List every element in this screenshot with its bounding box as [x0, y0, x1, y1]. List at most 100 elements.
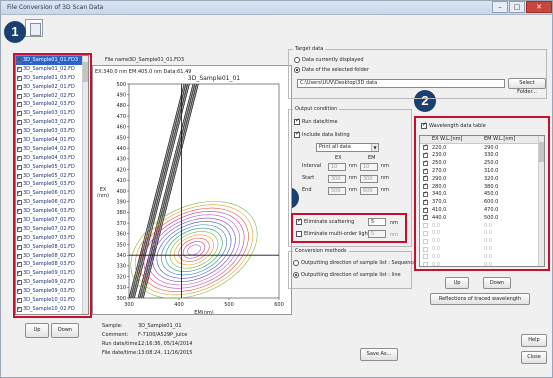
y-tick-label: 350	[116, 242, 126, 248]
y-tick-label: 310	[116, 285, 126, 291]
radio-selected-folder-label: Data of the selected folder	[302, 67, 369, 73]
window-controls: – □ ✕	[491, 1, 552, 14]
radio-line[interactable]: Outputting direction of sample list : li…	[293, 272, 401, 278]
window-title: File Conversion of 3D Scan Data	[7, 4, 104, 11]
y-tick-label: 360	[116, 232, 126, 238]
range-row-label: End	[302, 187, 312, 193]
sample-info-value: 12:16:36, 05/14/2014	[138, 341, 193, 347]
folder-path-field[interactable]: C:\Users\UUV\Desktop\3D data	[297, 79, 505, 88]
conversion-methods-title: Conversion methods	[293, 248, 349, 254]
y-tick-label: 390	[116, 200, 126, 206]
y-tick-label: 330	[116, 264, 126, 270]
wavelength-up-button[interactable]: Up	[445, 277, 469, 289]
conversion-dialog: File Conversion of 3D Scan Data – □ ✕ 1 …	[0, 0, 553, 378]
sample-info-value: 3D_Sample01_01	[138, 323, 182, 329]
callout-box-scattering	[291, 213, 407, 243]
file-name-value: 3D_Sample01_01.FD3	[129, 57, 184, 63]
run-datetime-checkbox[interactable]: Run date/time	[294, 117, 338, 125]
y-tick-label: 440	[116, 146, 126, 152]
sample-info-value: F-7100/A529P_juice	[138, 332, 188, 338]
wavelength-down-button[interactable]: Down	[483, 277, 511, 289]
radio-line-label: Outputting direction of sample list : li…	[301, 272, 401, 278]
target-data-title: Target data	[293, 46, 326, 52]
radio-data-displayed-label: Data currently displayed	[302, 57, 364, 63]
range-em-field[interactable]: 10	[360, 163, 378, 171]
sample-info-value: 13:08:24, 11/16/2015	[138, 350, 193, 356]
range-em-unit: nm	[381, 187, 390, 193]
y-tick-label: 450	[116, 135, 126, 141]
range-ex-field[interactable]: 300	[328, 175, 346, 183]
run-datetime-box[interactable]	[294, 117, 300, 125]
x-tick-label: 300	[124, 302, 134, 308]
range-em-unit: nm	[381, 175, 390, 181]
y-tick-label: 460	[116, 125, 126, 131]
print-option-dropdown[interactable]: Print all data ▼	[316, 143, 379, 152]
sample-info-label: File date/time:	[102, 350, 138, 356]
y-tick-label: 380	[116, 210, 126, 216]
range-em-field[interactable]: 300	[360, 175, 378, 183]
callout-box-wavelength	[414, 116, 550, 271]
y-tick-label: 470	[116, 114, 126, 120]
file-down-button[interactable]: Down	[51, 323, 79, 338]
y-tick-label: 370	[116, 221, 126, 227]
column-em-label: EM	[368, 155, 376, 161]
open-file-icon[interactable]	[25, 19, 43, 37]
save-as-button[interactable]: Save As...	[360, 348, 398, 361]
minimize-button[interactable]: –	[492, 1, 508, 13]
radio-selected-folder-circle[interactable]	[294, 67, 300, 73]
select-folder-button[interactable]: Select Folder...	[508, 78, 546, 95]
include-listing-box[interactable]	[294, 130, 300, 138]
callout-box-file-list	[13, 53, 92, 318]
include-listing-checkbox[interactable]: Include data listing	[294, 130, 350, 138]
column-ex-label: EX	[335, 155, 342, 161]
file-name-label: File name:	[105, 57, 131, 63]
range-ex-field[interactable]: 500	[328, 187, 346, 195]
y-tick-label: 500	[116, 82, 126, 88]
y-tick-label: 400	[116, 189, 126, 195]
y-tick-label: 490	[116, 93, 126, 99]
y-tick-label: 340	[116, 253, 126, 259]
range-row-label: Start	[302, 175, 315, 181]
y-tick-label: 420	[116, 167, 126, 173]
chart-title: 3D_Sample01_01	[188, 75, 240, 82]
sample-info-label: Run date/time:	[102, 341, 140, 347]
callout-badge-1: 1	[4, 21, 26, 43]
y-axis-label: (nm)	[97, 193, 109, 199]
range-row-label: Interval	[302, 163, 322, 169]
close-button[interactable]: Close	[521, 351, 547, 364]
chevron-down-icon[interactable]: ▼	[371, 144, 378, 151]
y-tick-label: 320	[116, 274, 126, 280]
range-em-unit: nm	[381, 163, 390, 169]
help-button[interactable]: Help	[521, 334, 547, 347]
range-ex-unit: nm	[349, 187, 358, 193]
range-ex-field[interactable]: 10	[328, 163, 346, 171]
close-window-button[interactable]: ✕	[526, 1, 552, 13]
contour-plot: 3D_Sample01_01 300 310 320 330 340 350 360 370 38…	[97, 75, 284, 314]
radio-selected-folder[interactable]: Data of the selected folder	[294, 67, 369, 73]
file-up-button[interactable]: Up	[25, 323, 49, 338]
print-option-value: Print all data	[319, 144, 351, 150]
radio-line-circle[interactable]	[293, 272, 299, 278]
sample-info-label: Comment:	[102, 332, 129, 338]
x-tick-label: 400	[174, 302, 184, 308]
run-datetime-label: Run date/time	[302, 119, 338, 125]
contour-chart[interactable]: EX:340.0 nm EM:405.0 nm Data:61.49 3D_Sa…	[92, 65, 292, 315]
radio-sequence-circle[interactable]	[293, 260, 299, 266]
y-tick-label: 410	[116, 178, 126, 184]
include-listing-label: Include data listing	[302, 132, 350, 138]
reflections-traced-button[interactable]: Reflections of traced wavelength	[430, 293, 530, 305]
radio-data-displayed[interactable]: Data currently displayed	[294, 57, 364, 63]
x-axis-label: EM(nm)	[194, 310, 213, 314]
sample-info-label: Sample:	[102, 323, 123, 329]
range-ex-unit: nm	[349, 175, 358, 181]
radio-data-displayed-circle[interactable]	[294, 57, 300, 63]
x-tick-label: 600	[274, 302, 284, 308]
x-tick-label: 500	[224, 302, 234, 308]
conversion-methods-group: Conversion methods	[288, 248, 412, 289]
maximize-button[interactable]: □	[509, 1, 525, 13]
y-tick-label: 480	[116, 103, 126, 109]
radio-sequence[interactable]: Outputting direction of sample list : Se…	[293, 260, 416, 266]
range-em-field[interactable]: 600	[360, 187, 378, 195]
radio-sequence-label: Outputting direction of sample list : Se…	[301, 260, 417, 266]
title-bar: File Conversion of 3D Scan Data – □ ✕	[1, 1, 552, 15]
